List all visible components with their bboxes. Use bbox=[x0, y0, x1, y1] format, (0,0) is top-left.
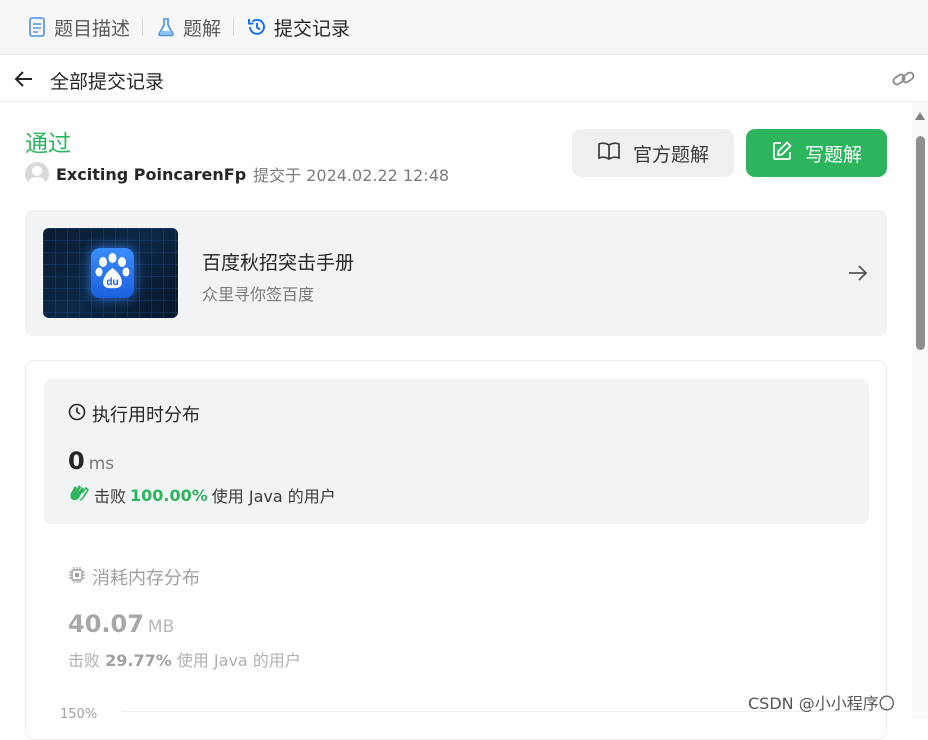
memory-unit: MB bbox=[147, 617, 175, 637]
runtime-title: 执行用时分布 bbox=[92, 405, 200, 426]
tab-description[interactable]: 题目描述 bbox=[20, 0, 136, 55]
performance-card: 执行用时分布 0 ms 击败 100.00% 使用 Java 的用户 消耗内存分布… bbox=[25, 360, 887, 740]
tab-submissions[interactable]: 提交记录 bbox=[240, 0, 356, 55]
runtime-distribution-panel[interactable]: 执行用时分布 0 ms 击败 100.00% 使用 Java 的用户 bbox=[44, 379, 869, 524]
tab-submissions-label: 提交记录 bbox=[274, 17, 351, 40]
memory-beat-percent: 29.77% bbox=[105, 651, 172, 670]
arrow-right-icon bbox=[847, 262, 869, 284]
memory-beat-prefix: 击败 bbox=[68, 651, 101, 670]
history-icon bbox=[246, 16, 268, 38]
flask-icon bbox=[155, 16, 177, 38]
promo-subtitle: 众里寻你签百度 bbox=[202, 285, 315, 304]
runtime-title-row: 执行用时分布 bbox=[68, 401, 200, 427]
tab-divider bbox=[233, 18, 235, 36]
baidu-logo-image: du bbox=[43, 228, 178, 318]
document-icon bbox=[26, 16, 48, 38]
memory-value: 40.07 bbox=[68, 610, 144, 638]
scrollbar-thumb[interactable] bbox=[916, 136, 925, 350]
memory-value-row: 40.07 MB bbox=[68, 610, 174, 638]
submissions-header: 全部提交记录 bbox=[0, 55, 928, 102]
clock-icon bbox=[68, 403, 86, 426]
memory-title-row[interactable]: 消耗内存分布 bbox=[68, 564, 200, 590]
runtime-value-row: 0 ms bbox=[68, 447, 114, 475]
official-solution-button[interactable]: 官方题解 bbox=[572, 129, 734, 177]
avatar[interactable] bbox=[25, 162, 49, 186]
promo-title: 百度秋招突击手册 bbox=[202, 252, 355, 274]
memory-beat-suffix: 使用 Java 的用户 bbox=[176, 651, 301, 670]
tab-solutions-label: 题解 bbox=[183, 17, 222, 40]
tab-description-label: 题目描述 bbox=[54, 17, 131, 40]
runtime-beat-row: 击败 100.00% 使用 Java 的用户 bbox=[68, 483, 336, 507]
svg-text:du: du bbox=[106, 277, 118, 288]
watermark: CSDN @小小程序〇 bbox=[748, 694, 895, 713]
submitted-time: 提交于 2024.02.22 12:48 bbox=[253, 166, 450, 185]
tab-solutions[interactable]: 题解 bbox=[149, 0, 227, 55]
tab-divider bbox=[142, 18, 144, 36]
submission-status: 通过 bbox=[25, 131, 71, 157]
runtime-value: 0 bbox=[68, 447, 85, 475]
memory-title: 消耗内存分布 bbox=[92, 568, 200, 589]
book-icon bbox=[597, 141, 621, 166]
chart-y-tick-label: 150% bbox=[60, 707, 98, 722]
author-name[interactable]: Exciting PoincarenFp bbox=[56, 165, 246, 184]
back-arrow-icon[interactable] bbox=[12, 67, 38, 91]
write-solution-label: 写题解 bbox=[804, 143, 862, 166]
submission-meta: Exciting PoincarenFp 提交于 2024.02.22 12:4… bbox=[25, 162, 449, 186]
memory-beat-row: 击败 29.77% 使用 Java 的用户 bbox=[68, 647, 301, 671]
official-solution-label: 官方题解 bbox=[632, 143, 709, 166]
scroll-up-arrow-icon[interactable] bbox=[915, 112, 925, 120]
page-title: 全部提交记录 bbox=[50, 71, 165, 93]
runtime-unit: ms bbox=[88, 454, 115, 474]
promo-banner[interactable]: du 百度秋招突击手册 众里寻你签百度 bbox=[25, 210, 887, 336]
scrollbar[interactable] bbox=[912, 102, 928, 719]
link-icon[interactable] bbox=[890, 67, 918, 91]
edit-icon bbox=[771, 140, 793, 167]
runtime-beat-prefix: 击败 bbox=[94, 487, 127, 506]
baidu-paw-icon: du bbox=[91, 248, 134, 298]
runtime-beat-percent: 100.00% bbox=[130, 485, 208, 505]
tab-bar: 题目描述 题解 提交记录 bbox=[0, 0, 928, 55]
clap-icon bbox=[68, 483, 90, 507]
write-solution-button[interactable]: 写题解 bbox=[746, 129, 887, 177]
chip-icon bbox=[68, 566, 86, 589]
runtime-beat-suffix: 使用 Java 的用户 bbox=[211, 487, 336, 506]
